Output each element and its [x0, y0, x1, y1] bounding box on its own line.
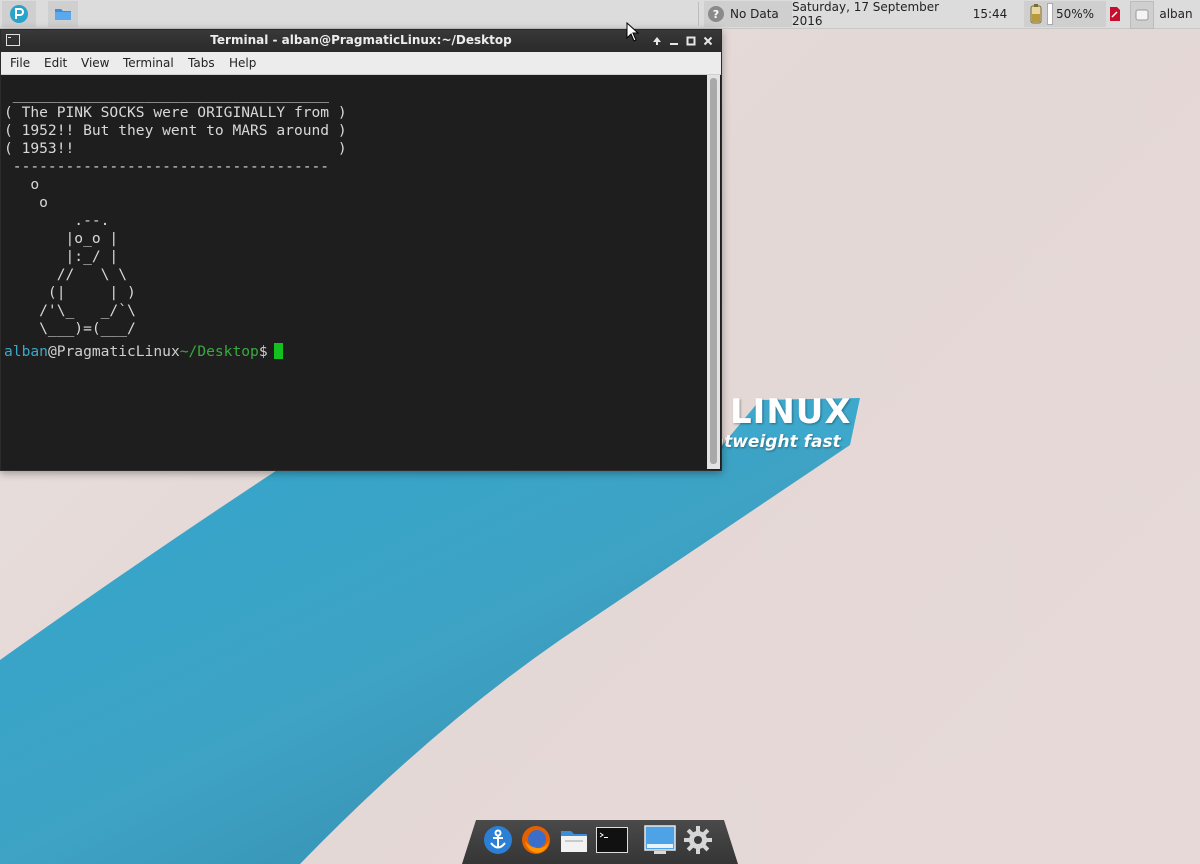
window-minimize-button[interactable] — [666, 33, 682, 49]
prompt-dollar: $ — [258, 343, 268, 360]
menu-edit[interactable]: Edit — [44, 56, 67, 70]
battery-icon — [1030, 4, 1042, 24]
desktop: LINUX ntweight fast ? No Data Saturday, … — [0, 0, 1200, 864]
folder-icon — [55, 9, 71, 20]
window-list-button[interactable] — [1130, 1, 1154, 29]
battery-level-bar — [1047, 3, 1053, 25]
firefox-icon — [522, 826, 550, 854]
menu-terminal[interactable]: Terminal — [123, 56, 174, 70]
terminal-scrollbar[interactable] — [707, 75, 720, 469]
wallpaper-logo-word: LINUX — [730, 392, 852, 432]
clock-time[interactable]: 15:44 — [966, 1, 1014, 27]
prompt-user: alban — [4, 343, 48, 360]
weather-widget[interactable]: ? No Data — [704, 1, 792, 27]
clock-date[interactable]: Saturday, 17 September 2016 — [792, 0, 964, 28]
window-shade-button[interactable] — [649, 33, 665, 49]
terminal-titlebar[interactable]: Terminal - alban@PragmaticLinux:~/Deskto… — [1, 30, 721, 52]
dock-item-display[interactable] — [644, 824, 676, 856]
prompt-at: @ — [47, 343, 57, 360]
close-icon — [703, 36, 713, 46]
file-manager-launcher[interactable] — [48, 1, 78, 27]
terminal-scroll-thumb[interactable] — [710, 78, 717, 464]
mouse-pointer-icon — [626, 22, 640, 42]
terminal-title: Terminal - alban@PragmaticLinux:~/Deskto… — [210, 33, 512, 47]
terminal-body[interactable]: ____________________________________ ( T… — [1, 75, 707, 469]
app-menu-button[interactable] — [2, 1, 36, 27]
battery-label: 50%% — [1056, 7, 1095, 21]
anchor-icon — [484, 826, 512, 854]
terminal-output: ____________________________________ ( T… — [4, 86, 347, 337]
help-icon: ? — [708, 6, 724, 22]
dock — [462, 820, 738, 864]
window-close-button[interactable] — [700, 33, 716, 49]
notes-button[interactable] — [1104, 1, 1126, 27]
terminal-menubar: File Edit View Terminal Tabs Help — [1, 52, 721, 75]
dock-item-firefox[interactable] — [520, 824, 552, 856]
panel-separator — [698, 2, 699, 26]
maximize-icon — [686, 36, 696, 46]
window-maximize-button[interactable] — [683, 33, 699, 49]
prompt-path: ~/Desktop — [179, 343, 259, 360]
minimize-icon — [670, 43, 678, 45]
top-panel: ? No Data Saturday, 17 September 2016 15… — [0, 0, 1200, 29]
terminal-prompt[interactable]: alban@PragmaticLinux~/Desktop$ — [4, 343, 283, 361]
menu-file[interactable]: File — [10, 56, 30, 70]
files-icon — [561, 831, 587, 852]
dock-item-terminal[interactable] — [596, 824, 628, 856]
pragmatic-logo-icon — [10, 5, 28, 23]
display-icon — [644, 825, 676, 854]
dock-item-anchor[interactable] — [482, 824, 514, 856]
terminal-cursor — [273, 343, 283, 359]
menu-tabs[interactable]: Tabs — [188, 56, 215, 70]
user-menu[interactable]: alban — [1154, 1, 1198, 27]
terminal-window[interactable]: Terminal - alban@PragmaticLinux:~/Deskto… — [0, 29, 722, 471]
battery-widget[interactable]: 50%% — [1024, 1, 1106, 27]
terminal-icon — [596, 827, 628, 853]
wallpaper-logo: LINUX ntweight fast — [712, 392, 862, 462]
wallpaper-logo-tagline: ntweight fast — [712, 432, 841, 452]
dock-item-files[interactable] — [558, 824, 590, 856]
window-list-icon — [1135, 9, 1149, 21]
notes-icon — [1110, 7, 1120, 21]
menu-help[interactable]: Help — [229, 56, 256, 70]
prompt-host: PragmaticLinux — [56, 343, 180, 360]
gear-icon — [684, 826, 712, 854]
arrow-up-icon — [653, 37, 661, 45]
menu-view[interactable]: View — [81, 56, 109, 70]
weather-label: No Data — [730, 7, 779, 21]
dock-item-settings[interactable] — [682, 824, 714, 856]
